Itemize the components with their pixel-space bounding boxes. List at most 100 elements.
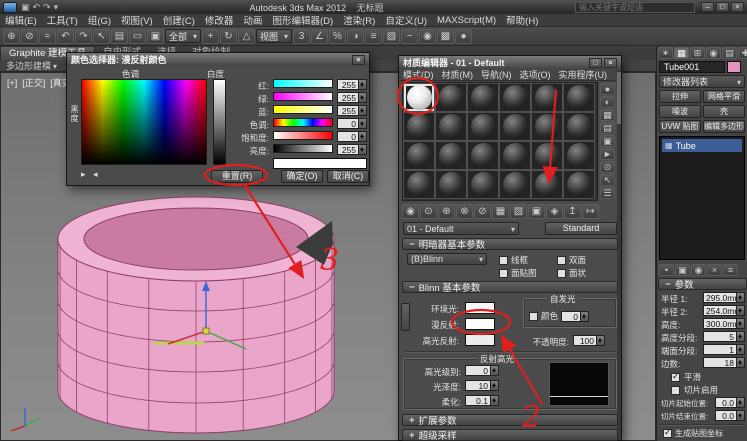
param-height-field[interactable]: 300.0mm xyxy=(703,318,745,329)
spinner[interactable] xyxy=(597,335,605,346)
viewport-menu-plus[interactable]: [+] xyxy=(7,78,17,88)
soften-field[interactable]: 0.1 xyxy=(465,395,499,406)
material-sample-slot[interactable] xyxy=(403,83,435,112)
menu-options[interactable]: 选项(O) xyxy=(516,68,555,81)
make-unique-icon[interactable]: ◉ xyxy=(691,264,706,276)
value-value-field[interactable]: 255 xyxy=(337,144,367,155)
spinner[interactable] xyxy=(737,410,745,421)
material-sample-slot[interactable] xyxy=(467,141,499,170)
rect-region-icon[interactable]: ▭ xyxy=(129,28,146,44)
remove-modifier-icon[interactable]: × xyxy=(707,264,722,276)
material-editor-icon[interactable]: ◉ xyxy=(419,28,436,44)
search-input[interactable] xyxy=(576,2,694,12)
curve-editor-icon[interactable]: ~ xyxy=(401,28,418,44)
pin-stack-icon[interactable]: • xyxy=(659,264,674,276)
lock-ambient-diffuse-button[interactable] xyxy=(401,303,410,331)
object-name-field[interactable]: Tube001 xyxy=(659,61,725,73)
slice-to-field[interactable]: 0.0 xyxy=(715,410,745,421)
supersampling-rollout[interactable]: 超级采样 xyxy=(402,429,618,441)
material-sample-slot[interactable] xyxy=(531,83,563,112)
maximize-button[interactable]: □ xyxy=(716,2,729,12)
self-illum-color-checkbox[interactable] xyxy=(529,311,538,321)
stack-item-tube[interactable]: ▦ Tube xyxy=(662,139,742,152)
specular-color-swatch[interactable] xyxy=(465,334,495,346)
material-sample-slot[interactable] xyxy=(563,170,595,199)
material-sample-slot[interactable] xyxy=(403,170,435,199)
undo-icon[interactable]: ↶ xyxy=(57,28,74,44)
align-icon[interactable]: ≡ xyxy=(365,28,382,44)
select-link-icon[interactable]: ⊕ xyxy=(3,28,20,44)
material-sample-slot[interactable] xyxy=(435,170,467,199)
menu-tools[interactable]: 工具(T) xyxy=(42,13,83,27)
tab-modify[interactable]: ▦ xyxy=(674,47,689,59)
wire-checkbox[interactable] xyxy=(499,255,508,265)
spinner[interactable] xyxy=(359,79,367,90)
selection-filter-dropdown[interactable]: 全部 xyxy=(165,29,201,43)
smooth-checkbox[interactable] xyxy=(671,371,680,382)
modifier-button-uvwmap[interactable]: UVW 贴图 xyxy=(659,120,701,133)
material-sample-slot[interactable] xyxy=(563,112,595,141)
select-by-name-icon[interactable]: ▤ xyxy=(111,28,128,44)
spinner[interactable] xyxy=(737,292,745,303)
material-sample-slot[interactable] xyxy=(435,141,467,170)
menu-utilities[interactable]: 实用程序(U) xyxy=(555,68,612,81)
reset-map-icon[interactable]: ⊗ xyxy=(456,204,473,219)
menu-modifiers[interactable]: 修改器 xyxy=(200,13,239,27)
modifier-button-stretch[interactable]: 拉伸 xyxy=(659,90,701,103)
polygon-modeling-panel[interactable]: 多边形建模 xyxy=(0,59,57,72)
slider-arrow-left-icon[interactable]: ◂ xyxy=(93,169,98,180)
slice-on-checkbox[interactable] xyxy=(671,385,680,395)
hue-blackness-gradient[interactable] xyxy=(81,79,207,165)
opacity-field[interactable]: 100 xyxy=(573,335,605,346)
material-editor-close-icon[interactable]: × xyxy=(604,57,617,68)
spinner[interactable] xyxy=(359,131,367,142)
material-editor-scrollbar[interactable] xyxy=(617,70,621,440)
tab-hierarchy[interactable]: ⊞ xyxy=(690,47,705,59)
minimize-button[interactable]: – xyxy=(701,2,714,12)
put-material-scene-icon[interactable]: ⊙ xyxy=(420,204,437,219)
material-sample-slot[interactable] xyxy=(531,141,563,170)
window-crossing-icon[interactable]: ▣ xyxy=(147,28,164,44)
material-sample-slot[interactable] xyxy=(499,141,531,170)
spinner[interactable] xyxy=(737,331,745,342)
hue-slider[interactable] xyxy=(273,118,333,127)
menu-create[interactable]: 创建(C) xyxy=(158,13,200,27)
menu-rendering[interactable]: 渲染(R) xyxy=(338,13,380,27)
make-copy-icon[interactable]: ⊘ xyxy=(474,204,491,219)
ok-button[interactable]: 确定(O) xyxy=(281,170,323,183)
whiteness-strip[interactable] xyxy=(213,79,226,165)
param-height-segs-field[interactable]: 5 xyxy=(703,331,745,342)
red-value-field[interactable]: 255 xyxy=(337,79,367,90)
save-icon[interactable]: ▣ xyxy=(21,2,30,13)
generate-mapping-coords-checkbox[interactable] xyxy=(663,427,672,438)
modifier-button-editpoly[interactable]: 编辑多边形 xyxy=(703,120,745,133)
viewport-view-label[interactable]: [正交] xyxy=(22,76,45,89)
self-illum-field[interactable]: 0 xyxy=(561,310,590,322)
material-sample-slot[interactable] xyxy=(563,141,595,170)
material-sample-slot[interactable] xyxy=(531,170,563,199)
spinner[interactable] xyxy=(359,105,367,116)
spinner[interactable] xyxy=(491,380,499,391)
material-map-navigator-icon[interactable]: ☰ xyxy=(600,187,615,199)
modifier-stack[interactable]: ▦ Tube xyxy=(659,136,745,260)
slice-from-field[interactable]: 0.0 xyxy=(715,397,745,408)
make-preview-icon[interactable]: ► xyxy=(600,148,615,160)
extended-params-rollout[interactable]: 扩展参数 xyxy=(402,414,618,427)
menu-views[interactable]: 视图(V) xyxy=(116,13,158,27)
background-icon[interactable]: ▦ xyxy=(600,109,615,121)
tab-create[interactable]: ✶ xyxy=(658,47,673,59)
saturation-value-field[interactable]: 0 xyxy=(337,131,367,142)
red-slider[interactable] xyxy=(273,79,333,88)
render-icon[interactable]: ● xyxy=(455,28,472,44)
menu-animation[interactable]: 动画 xyxy=(238,13,267,27)
modifier-button-meshsmooth[interactable]: 网格平滑 xyxy=(703,90,745,103)
color-selector-close-icon[interactable]: × xyxy=(352,54,365,65)
material-name-dropdown[interactable]: 01 - Default xyxy=(403,222,519,235)
material-sample-slot[interactable] xyxy=(435,112,467,141)
video-color-check-icon[interactable]: ▣ xyxy=(600,135,615,147)
backlight-icon[interactable]: ◐ xyxy=(600,96,615,108)
material-id-icon[interactable]: ▧ xyxy=(510,204,527,219)
modifier-button-noise[interactable]: 噪波 xyxy=(659,105,701,118)
tube-object[interactable] xyxy=(56,191,346,441)
modifier-button-shell[interactable]: 壳 xyxy=(703,105,745,118)
